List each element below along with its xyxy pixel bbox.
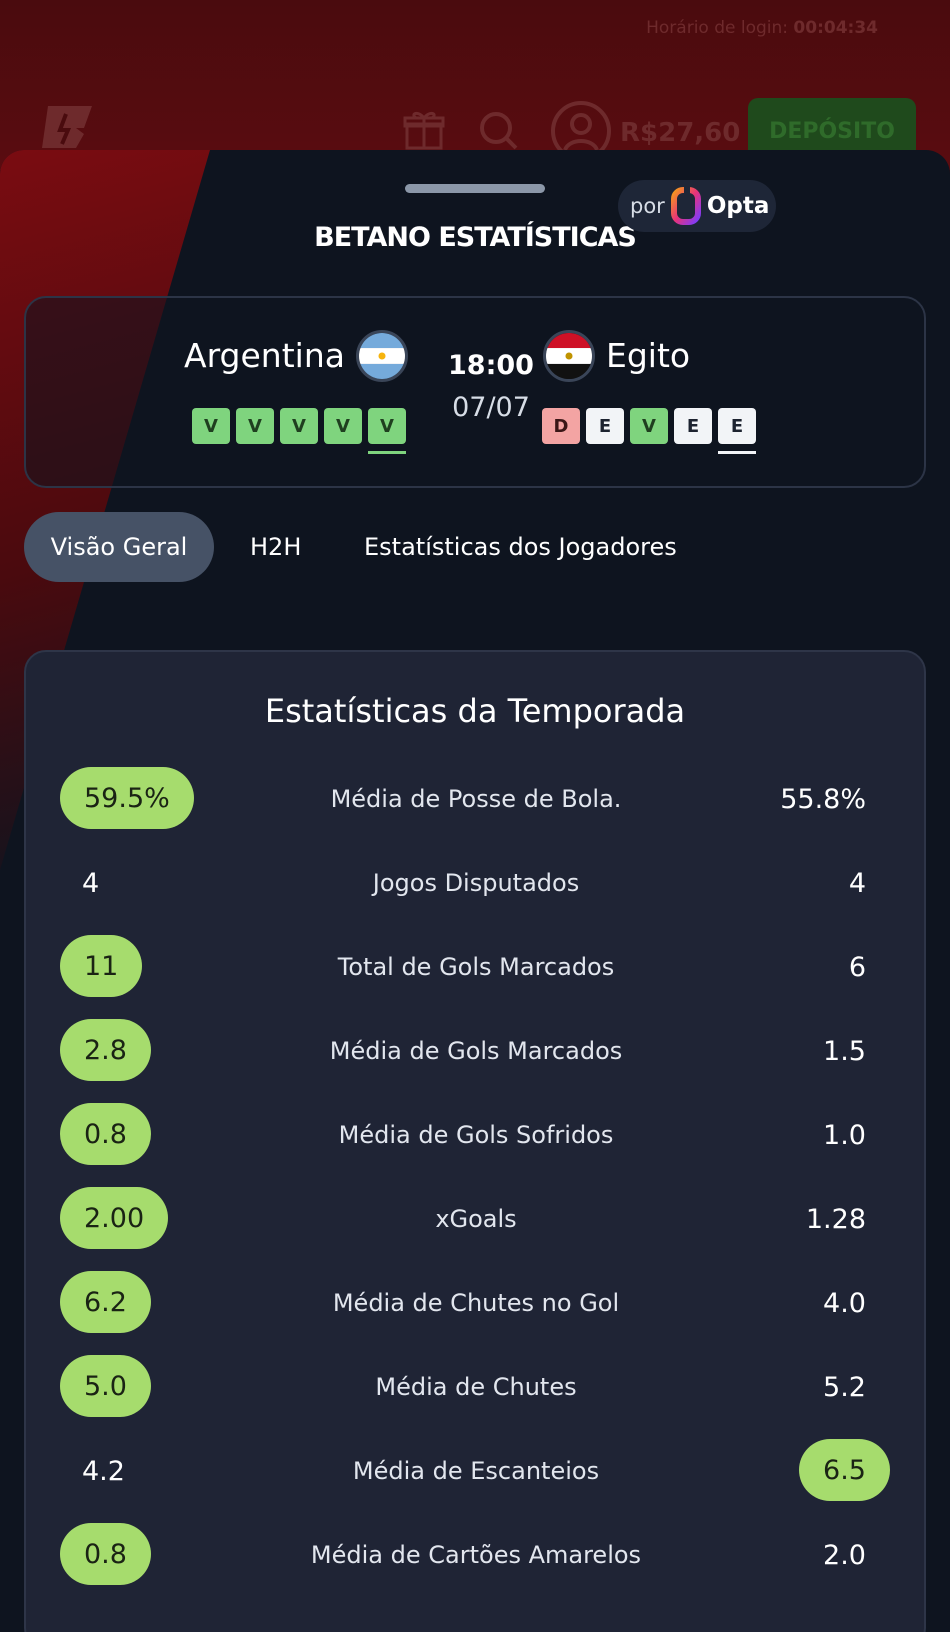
tab-player-stats[interactable]: Estatísticas dos Jogadores [364, 512, 677, 582]
home-stat-value: 0.8 [60, 1523, 151, 1585]
egypt-flag-icon [543, 330, 595, 382]
away-stat-value: 55.8% [780, 783, 866, 815]
home-stat-value: 4 [82, 867, 100, 899]
stat-label: Média de Gols Sofridos [338, 1121, 614, 1149]
form-result: V [324, 408, 362, 444]
form-result: V [192, 408, 230, 444]
stats-sheet: BETANO ESTATÍSTICAS por Opta Argentina 1… [0, 150, 950, 1632]
login-time-label: Horário de login: [646, 18, 789, 38]
stat-row: 5.0 Média de Chutes 5.2 [26, 1355, 924, 1419]
away-stat-value: 5.2 [823, 1371, 866, 1403]
stat-label: xGoals [435, 1205, 517, 1233]
away-stat-value: 1.28 [805, 1203, 866, 1235]
home-stat-value: 59.5% [60, 767, 194, 829]
home-form: V V V V V [192, 408, 406, 454]
stat-label: Média de Posse de Bola. [330, 785, 622, 813]
away-stat-value: 2.0 [823, 1539, 866, 1571]
stat-label: Média de Cartões Amarelos [310, 1541, 642, 1569]
opta-name: Opta [706, 193, 770, 219]
app-header: Horário de login: 00:04:34 R$27,60 DEPÓS… [0, 0, 950, 170]
sheet-grabber[interactable] [405, 184, 545, 193]
home-stat-value: 0.8 [60, 1103, 151, 1165]
form-result: V [368, 408, 406, 454]
stat-row: 2.00 xGoals 1.28 [26, 1187, 924, 1251]
away-team-name: Egito [606, 336, 691, 375]
stat-row: 2.8 Média de Gols Marcados 1.5 [26, 1019, 924, 1083]
stat-label: Média de Escanteios [352, 1457, 600, 1485]
match-date: 07/07 [452, 392, 530, 423]
login-time: Horário de login: 00:04:34 [646, 18, 878, 38]
betano-logo-icon[interactable] [40, 104, 98, 150]
sheet-title: BETANO ESTATÍSTICAS [314, 222, 637, 253]
stat-label: Média de Chutes [375, 1373, 577, 1401]
stat-row: 6.2 Média de Chutes no Gol 4.0 [26, 1271, 924, 1335]
away-stat-value: 1.5 [823, 1035, 866, 1067]
away-stat-value: 4.0 [823, 1287, 866, 1319]
home-team-name: Argentina [184, 336, 345, 375]
tab-h2h[interactable]: H2H [250, 512, 301, 582]
season-stats-card: Estatísticas da Temporada 59.5% Média de … [24, 650, 926, 1632]
search-icon[interactable] [476, 108, 520, 152]
stat-label: Total de Gols Marcados [337, 953, 615, 981]
away-form: D E V E E [542, 408, 756, 454]
stat-row: 4 Jogos Disputados 4 [26, 851, 924, 915]
away-stat-value: 6 [848, 951, 866, 983]
form-result: V [236, 408, 274, 444]
stat-row: 59.5% Média de Posse de Bola. 55.8% [26, 767, 924, 831]
stat-label: Jogos Disputados [372, 869, 580, 897]
form-result: E [718, 408, 756, 454]
login-time-value: 00:04:34 [793, 18, 878, 38]
match-time: 18:00 [448, 350, 534, 381]
form-result: E [586, 408, 624, 444]
opta-logo-icon [670, 187, 701, 225]
form-result: V [280, 408, 318, 444]
opta-prefix: por [630, 194, 665, 218]
away-stat-value: 1.0 [823, 1119, 866, 1151]
home-stat-value: 5.0 [60, 1355, 151, 1417]
home-stat-value: 11 [60, 935, 143, 997]
form-result: V [630, 408, 668, 444]
home-stat-value: 2.00 [60, 1187, 169, 1249]
argentina-flag-icon [356, 330, 408, 382]
stat-row: 0.8 Média de Cartões Amarelos 2.0 [26, 1523, 924, 1587]
stat-row: 4.2 Média de Escanteios 6.5 [26, 1439, 924, 1503]
stat-row: 0.8 Média de Gols Sofridos 1.0 [26, 1103, 924, 1167]
form-result: D [542, 408, 580, 444]
away-stat-value: 6.5 [799, 1439, 890, 1501]
balance: R$27,60 [620, 118, 741, 148]
stat-label: Média de Chutes no Gol [332, 1289, 620, 1317]
form-result: E [674, 408, 712, 444]
opta-badge: por Opta [618, 180, 776, 232]
away-stat-value: 4 [848, 867, 866, 899]
match-card: Argentina 18:00 07/07 Egito V V V V V D … [24, 296, 926, 488]
stat-row: 11 Total de Gols Marcados 6 [26, 935, 924, 999]
home-stat-value: 4.2 [82, 1455, 125, 1487]
tab-overview[interactable]: Visão Geral [24, 512, 214, 582]
gift-icon[interactable] [402, 108, 446, 152]
stats-title: Estatísticas da Temporada [264, 692, 686, 730]
home-stat-value: 2.8 [60, 1019, 151, 1081]
stat-label: Média de Gols Marcados [329, 1037, 623, 1065]
home-stat-value: 6.2 [60, 1271, 151, 1333]
